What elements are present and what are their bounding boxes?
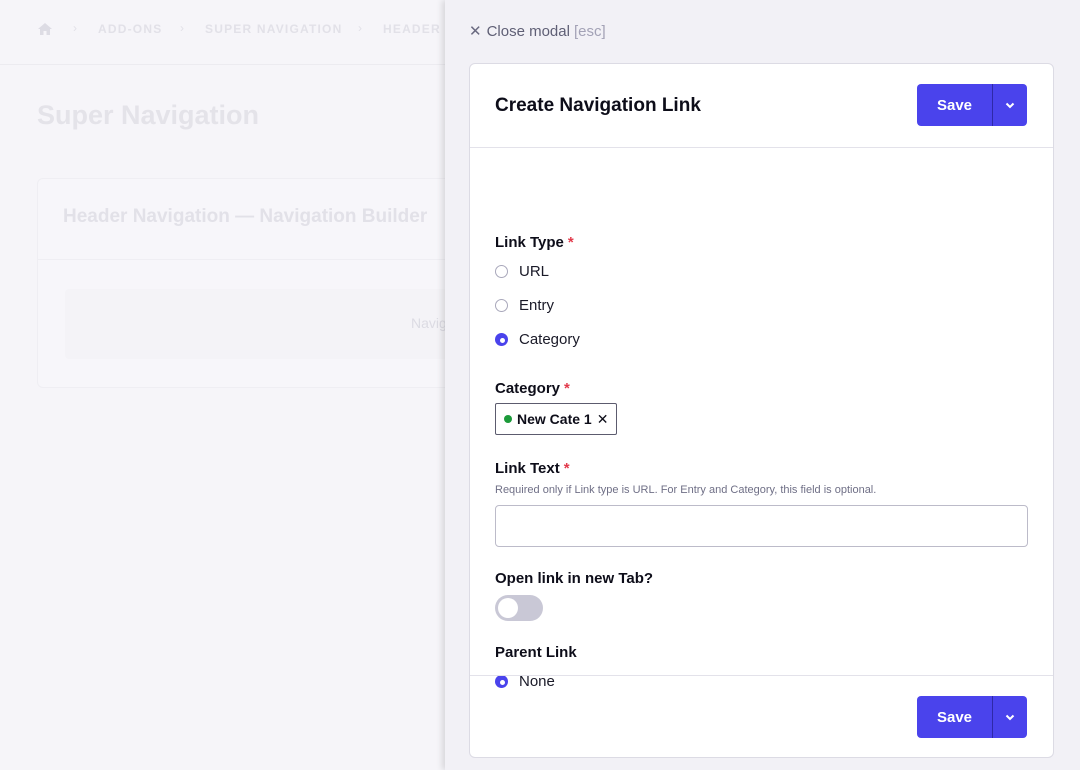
radio-link-type-url[interactable]: URL	[495, 263, 549, 280]
close-modal-link[interactable]: ✕ Close modal [esc]	[469, 22, 606, 41]
card-header: Create Navigation Link Save	[470, 64, 1053, 148]
link-type-label: Link Type *	[495, 234, 574, 251]
new-tab-label: Open link in new Tab?	[495, 570, 654, 587]
category-label-text: Category	[495, 380, 561, 397]
radio-label: URL	[519, 263, 550, 280]
save-button-group: Save	[917, 84, 1027, 126]
breadcrumb-separator: ›	[180, 21, 184, 35]
link-text-help: Required only if Link type is URL. For E…	[495, 484, 877, 496]
radio-label: Category	[519, 331, 580, 348]
home-icon[interactable]	[37, 21, 53, 37]
panel-inner-text: Navig	[411, 315, 447, 331]
radio-button[interactable]	[495, 265, 508, 278]
radio-link-type-entry[interactable]: Entry	[495, 297, 554, 314]
card-footer-divider	[470, 675, 1053, 676]
radio-button-checked[interactable]	[495, 675, 508, 688]
close-modal-hint: [esc]	[573, 22, 606, 40]
category-label: Category *	[495, 380, 570, 397]
modal-sheet: ✕ Close modal [esc] Create Navigation Li…	[445, 0, 1080, 770]
radio-button-checked[interactable]	[495, 333, 508, 346]
footer-save-button[interactable]: Save	[917, 696, 992, 738]
toggle-knob	[498, 598, 518, 618]
modal-card: Create Navigation Link Save Link Type * U…	[469, 63, 1054, 758]
required-marker: *	[567, 234, 574, 251]
category-tag[interactable]: New Cate 1 ✕	[495, 403, 618, 435]
radio-link-type-category[interactable]: Category	[495, 331, 580, 348]
footer-save-button-group: Save	[917, 696, 1027, 738]
breadcrumb-separator: ›	[73, 21, 77, 35]
chevron-down-icon	[1005, 102, 1015, 108]
chevron-down-icon	[1005, 714, 1015, 720]
link-type-label-text: Link Type	[495, 234, 564, 251]
new-tab-toggle[interactable]	[495, 595, 543, 621]
radio-button[interactable]	[495, 299, 508, 312]
link-text-input[interactable]	[495, 505, 1028, 547]
save-button[interactable]: Save	[917, 84, 992, 126]
remove-tag-icon[interactable]: ✕	[597, 411, 609, 428]
parent-link-label: Parent Link	[495, 644, 577, 661]
radio-label: Entry	[519, 297, 555, 314]
close-icon: ✕	[469, 23, 482, 40]
breadcrumb-item-super-navigation[interactable]: SUPER NAVIGATION	[205, 22, 342, 36]
close-modal-label: Close modal	[486, 22, 570, 40]
panel-title: Header Navigation — Navigation Builder	[63, 206, 428, 227]
breadcrumb-separator: ›	[358, 21, 362, 35]
footer-save-options-dropdown-button[interactable]	[992, 696, 1027, 738]
required-marker: *	[563, 460, 570, 477]
save-options-dropdown-button[interactable]	[992, 84, 1027, 126]
status-dot-icon	[504, 415, 512, 423]
modal-title: Create Navigation Link	[495, 95, 701, 116]
breadcrumb-item-addons[interactable]: ADD-ONS	[98, 22, 162, 36]
page-title: Super Navigation	[37, 100, 260, 130]
link-text-label-text: Link Text	[495, 460, 560, 477]
required-marker: *	[564, 380, 570, 397]
link-text-label: Link Text *	[495, 460, 570, 477]
category-tag-label: New Cate 1	[517, 411, 592, 427]
